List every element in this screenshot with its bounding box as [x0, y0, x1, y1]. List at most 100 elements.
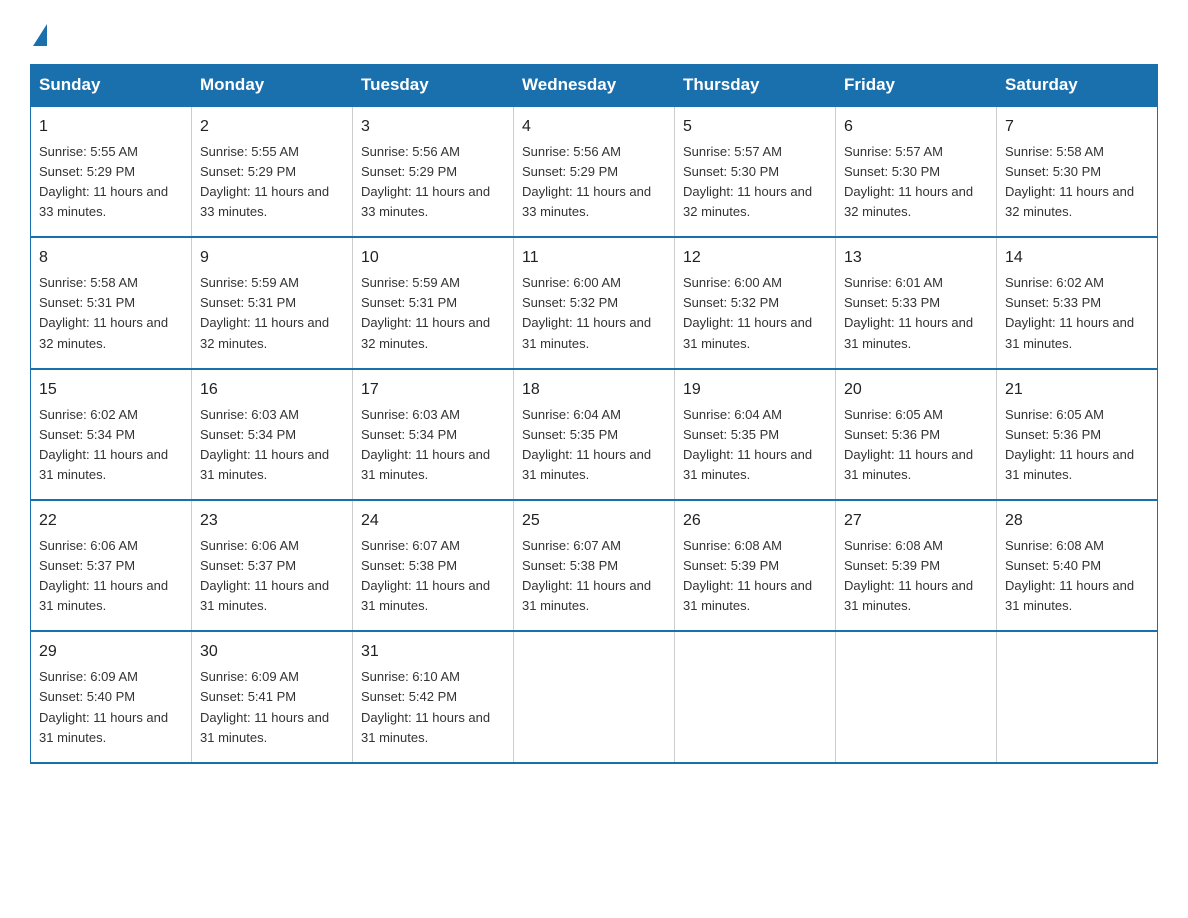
day-number: 4: [522, 115, 666, 140]
daylight-text: Daylight: 11 hours and 31 minutes.: [844, 315, 973, 350]
daylight-text: Daylight: 11 hours and 31 minutes.: [361, 710, 490, 745]
day-number: 23: [200, 509, 344, 534]
sunrise-text: Sunrise: 6:05 AM: [1005, 407, 1104, 422]
sunset-text: Sunset: 5:34 PM: [200, 427, 296, 442]
sunset-text: Sunset: 5:37 PM: [39, 558, 135, 573]
calendar-cell: [675, 631, 836, 762]
daylight-text: Daylight: 11 hours and 31 minutes.: [844, 578, 973, 613]
calendar-cell: 23 Sunrise: 6:06 AM Sunset: 5:37 PM Dayligh…: [192, 500, 353, 631]
day-number: 25: [522, 509, 666, 534]
sunset-text: Sunset: 5:29 PM: [522, 164, 618, 179]
day-number: 12: [683, 246, 827, 271]
calendar-cell: 4Sunrise: 5:56 AMSunset: 5:29 PMDaylight…: [514, 106, 675, 237]
day-number: 26: [683, 509, 827, 534]
sunset-text: Sunset: 5:42 PM: [361, 689, 457, 704]
logo: [30, 20, 47, 46]
calendar-cell: 2Sunrise: 5:55 AMSunset: 5:29 PMDaylight…: [192, 106, 353, 237]
sunrise-text: Sunrise: 5:55 AM: [200, 144, 299, 159]
sunrise-text: Sunrise: 6:04 AM: [522, 407, 621, 422]
sunrise-text: Sunrise: 6:00 AM: [522, 275, 621, 290]
sunrise-text: Sunrise: 6:06 AM: [200, 538, 299, 553]
sunrise-text: Sunrise: 5:57 AM: [683, 144, 782, 159]
calendar-header: SundayMondayTuesdayWednesdayThursdayFrid…: [31, 65, 1158, 107]
logo-triangle-icon: [33, 24, 47, 46]
sunrise-text: Sunrise: 6:02 AM: [1005, 275, 1104, 290]
calendar-cell: 10Sunrise: 5:59 AMSunset: 5:31 PMDayligh…: [353, 237, 514, 368]
sunset-text: Sunset: 5:37 PM: [200, 558, 296, 573]
sunset-text: Sunset: 5:32 PM: [522, 295, 618, 310]
calendar-cell: 15Sunrise: 6:02 AMSunset: 5:34 PMDayligh…: [31, 369, 192, 500]
day-number: 18: [522, 378, 666, 403]
sunrise-text: Sunrise: 5:58 AM: [39, 275, 138, 290]
calendar-cell: 17Sunrise: 6:03 AMSunset: 5:34 PMDayligh…: [353, 369, 514, 500]
day-number: 6: [844, 115, 988, 140]
sunset-text: Sunset: 5:35 PM: [683, 427, 779, 442]
weekday-header-row: SundayMondayTuesdayWednesdayThursdayFrid…: [31, 65, 1158, 107]
daylight-text: Daylight: 11 hours and 31 minutes.: [522, 578, 651, 613]
daylight-text: Daylight: 11 hours and 33 minutes.: [200, 184, 329, 219]
sunset-text: Sunset: 5:38 PM: [522, 558, 618, 573]
daylight-text: Daylight: 11 hours and 31 minutes.: [683, 447, 812, 482]
calendar-cell: 9Sunrise: 5:59 AMSunset: 5:31 PMDaylight…: [192, 237, 353, 368]
calendar-cell: 7Sunrise: 5:58 AMSunset: 5:30 PMDaylight…: [997, 106, 1158, 237]
calendar-cell: 24Sunrise: 6:07 AMSunset: 5:38 PMDayligh…: [353, 500, 514, 631]
sunset-text: Sunset: 5:35 PM: [522, 427, 618, 442]
day-number: 30: [200, 640, 344, 665]
calendar-cell: 26Sunrise: 6:08 AMSunset: 5:39 PMDayligh…: [675, 500, 836, 631]
sunrise-text: Sunrise: 6:01 AM: [844, 275, 943, 290]
day-number: 16: [200, 378, 344, 403]
daylight-text: Daylight: 11 hours and 31 minutes.: [39, 710, 168, 745]
calendar-cell: 16Sunrise: 6:03 AMSunset: 5:34 PMDayligh…: [192, 369, 353, 500]
weekday-header-tuesday: Tuesday: [353, 65, 514, 107]
daylight-text: Daylight: 11 hours and 31 minutes.: [361, 578, 490, 613]
day-number: 3: [361, 115, 505, 140]
day-number: 8: [39, 246, 183, 271]
daylight-text: Daylight: 11 hours and 31 minutes.: [200, 710, 329, 745]
sunrise-text: Sunrise: 5:55 AM: [39, 144, 138, 159]
calendar-cell: 19Sunrise: 6:04 AMSunset: 5:35 PMDayligh…: [675, 369, 836, 500]
calendar-cell: [514, 631, 675, 762]
sunrise-text: Sunrise: 5:57 AM: [844, 144, 943, 159]
sunrise-text: Sunrise: 6:08 AM: [844, 538, 943, 553]
calendar-cell: 31Sunrise: 6:10 AMSunset: 5:42 PMDayligh…: [353, 631, 514, 762]
day-number: 9: [200, 246, 344, 271]
sunrise-text: Sunrise: 6:09 AM: [200, 669, 299, 684]
day-number: 11: [522, 246, 666, 271]
daylight-text: Daylight: 11 hours and 32 minutes.: [39, 315, 168, 350]
daylight-text: Daylight: 11 hours and 32 minutes.: [361, 315, 490, 350]
sunset-text: Sunset: 5:33 PM: [1005, 295, 1101, 310]
calendar-week-row: 29Sunrise: 6:09 AMSunset: 5:40 PMDayligh…: [31, 631, 1158, 762]
day-number: 5: [683, 115, 827, 140]
calendar-cell: 5Sunrise: 5:57 AMSunset: 5:30 PMDaylight…: [675, 106, 836, 237]
sunset-text: Sunset: 5:34 PM: [39, 427, 135, 442]
calendar-cell: [997, 631, 1158, 762]
calendar-cell: 14Sunrise: 6:02 AMSunset: 5:33 PMDayligh…: [997, 237, 1158, 368]
day-number: 20: [844, 378, 988, 403]
sunrise-text: Sunrise: 6:08 AM: [683, 538, 782, 553]
sunset-text: Sunset: 5:34 PM: [361, 427, 457, 442]
calendar-cell: 29Sunrise: 6:09 AMSunset: 5:40 PMDayligh…: [31, 631, 192, 762]
sunset-text: Sunset: 5:31 PM: [200, 295, 296, 310]
daylight-text: Daylight: 11 hours and 31 minutes.: [683, 578, 812, 613]
day-number: 17: [361, 378, 505, 403]
day-number: 27: [844, 509, 988, 534]
daylight-text: Daylight: 11 hours and 33 minutes.: [522, 184, 651, 219]
sunrise-text: Sunrise: 6:02 AM: [39, 407, 138, 422]
daylight-text: Daylight: 11 hours and 31 minutes.: [522, 447, 651, 482]
calendar-cell: 3Sunrise: 5:56 AMSunset: 5:29 PMDaylight…: [353, 106, 514, 237]
calendar-cell: 20Sunrise: 6:05 AMSunset: 5:36 PMDayligh…: [836, 369, 997, 500]
sunset-text: Sunset: 5:33 PM: [844, 295, 940, 310]
day-number: 31: [361, 640, 505, 665]
day-number: 13: [844, 246, 988, 271]
sunset-text: Sunset: 5:32 PM: [683, 295, 779, 310]
sunrise-text: Sunrise: 5:56 AM: [361, 144, 460, 159]
sunrise-text: Sunrise: 6:00 AM: [683, 275, 782, 290]
daylight-text: Daylight: 11 hours and 31 minutes.: [200, 578, 329, 613]
daylight-text: Daylight: 11 hours and 31 minutes.: [522, 315, 651, 350]
calendar-week-row: 15Sunrise: 6:02 AMSunset: 5:34 PMDayligh…: [31, 369, 1158, 500]
sunset-text: Sunset: 5:40 PM: [1005, 558, 1101, 573]
sunrise-text: Sunrise: 5:58 AM: [1005, 144, 1104, 159]
day-number: 1: [39, 115, 183, 140]
weekday-header-sunday: Sunday: [31, 65, 192, 107]
weekday-header-wednesday: Wednesday: [514, 65, 675, 107]
